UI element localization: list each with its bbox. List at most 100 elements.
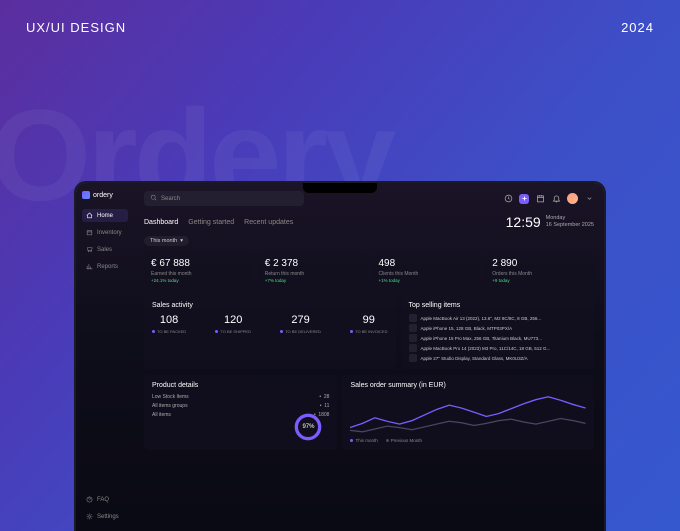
app-screen: ordery Home Inventory Sales Reports xyxy=(76,183,604,531)
list-item[interactable]: Apple MacBook Pro 14 (2023) M3 Pro, 11C/… xyxy=(409,344,586,352)
tab-recent-updates[interactable]: Recent updates xyxy=(244,219,293,226)
legend-item: Previous Month xyxy=(386,438,422,443)
stat-card: € 67 888Earned this month+24.1% today xyxy=(144,252,253,289)
sidebar-item-sales[interactable]: Sales xyxy=(82,243,128,256)
activity-item: 99 TO BE INVOICED xyxy=(350,314,387,334)
detail-value: • 28 xyxy=(319,394,329,400)
list-item[interactable]: Apple iPhone 15, 128 GB, Black, MTP03PX/… xyxy=(409,324,586,332)
panel-title: Sales activity xyxy=(152,302,388,309)
history-icon[interactable] xyxy=(503,194,513,204)
donut-chart: 97% xyxy=(293,412,323,442)
filter-label: This month xyxy=(150,238,177,244)
list-item[interactable]: Apple 27" Studio Display, Standard Glass… xyxy=(409,354,586,362)
laptop-frame: ordery Home Inventory Sales Reports xyxy=(74,181,606,531)
app-name: ordery xyxy=(93,192,113,199)
sidebar-item-label: Reports xyxy=(97,264,118,270)
clock-day: Monday xyxy=(546,215,594,222)
activity-label: TO BE PACKED xyxy=(152,329,186,334)
sidebar-item-label: Inventory xyxy=(97,230,122,236)
clock-time: 12:59 xyxy=(506,214,541,230)
add-button[interactable] xyxy=(519,194,529,204)
stat-label: Clients this Month xyxy=(379,271,474,277)
product-icon xyxy=(409,334,417,342)
detail-row: All items groups• 11 xyxy=(152,403,329,409)
stat-sub: +24.1% today xyxy=(151,278,246,283)
sidebar-item-reports[interactable]: Reports xyxy=(82,260,128,273)
activity-label: TO BE SHIPPED xyxy=(215,329,251,334)
stat-card: 2 890Orders this Month+9 today xyxy=(485,252,594,289)
detail-label: All items xyxy=(152,412,171,418)
tab-getting-started[interactable]: Getting started xyxy=(188,219,234,226)
stat-sub: +7% today xyxy=(265,278,360,283)
detail-label: Low Stock Items xyxy=(152,394,189,400)
chart-icon xyxy=(86,263,93,270)
sidebar-item-label: Settings xyxy=(97,514,119,520)
clock: 12:59 Monday 16 September 2025 xyxy=(506,214,594,230)
activity-item: 279 TO BE DELIVERED xyxy=(280,314,321,334)
legend-item: This month xyxy=(350,438,377,443)
stat-label: Orders this Month xyxy=(492,271,587,277)
activity-value: 120 xyxy=(215,314,251,326)
main-content: Search Dashboard Getting started Recent … xyxy=(134,183,604,531)
detail-row: Low Stock Items • 28 xyxy=(152,394,329,400)
box-icon xyxy=(86,229,93,236)
item-text: Apple MacBook Pro 14 (2023) M3 Pro, 11C/… xyxy=(421,346,551,351)
stat-value: 498 xyxy=(379,258,474,269)
product-details-panel: Product details 97% Low Stock Items • 28 A… xyxy=(144,375,337,450)
sidebar-item-inventory[interactable]: Inventory xyxy=(82,226,128,239)
product-icon xyxy=(409,324,417,332)
stat-value: 2 890 xyxy=(492,258,587,269)
activity-value: 99 xyxy=(350,314,387,326)
sidebar-item-label: FAQ xyxy=(97,497,109,503)
page-header: UX/UI DESIGN 2024 xyxy=(0,0,680,55)
activity-label: TO BE DELIVERED xyxy=(280,329,321,334)
chevron-down-icon[interactable] xyxy=(584,194,594,204)
stat-value: € 2 378 xyxy=(265,258,360,269)
sidebar-item-home[interactable]: Home xyxy=(82,209,128,222)
search-placeholder: Search xyxy=(161,196,180,202)
sidebar: ordery Home Inventory Sales Reports xyxy=(76,183,134,531)
laptop-notch xyxy=(303,183,377,193)
sidebar-item-faq[interactable]: FAQ xyxy=(82,493,128,506)
home-icon xyxy=(86,212,93,219)
panel-title: Sales order summary (in EUR) xyxy=(350,382,586,389)
sales-activity-panel: Sales activity 108 TO BE PACKED 120 TO BE S… xyxy=(144,295,396,369)
header-year: 2024 xyxy=(621,20,654,35)
product-icon xyxy=(409,314,417,322)
product-icon xyxy=(409,344,417,352)
tab-dashboard[interactable]: Dashboard xyxy=(144,219,178,226)
stats-grid: € 67 888Earned this month+24.1% today € 2… xyxy=(144,252,594,289)
stat-value: € 67 888 xyxy=(151,258,246,269)
bell-icon[interactable] xyxy=(551,194,561,204)
donut-value: 97% xyxy=(302,424,314,430)
activity-value: 108 xyxy=(152,314,186,326)
item-text: Apple iPhone 15, 128 GB, Black, MTP03PX/… xyxy=(421,326,513,331)
clock-date: 16 September 2025 xyxy=(546,222,594,229)
sidebar-item-label: Sales xyxy=(97,247,112,253)
list-item[interactable]: Apple iPhone 15 Pro Max, 256 GB, Titaniu… xyxy=(409,334,586,342)
topbar: Search xyxy=(144,191,594,206)
stat-sub: +1% today xyxy=(379,278,474,283)
item-text: Apple MacBook Air 13 (2022), 13.6", M2 8… xyxy=(421,316,542,321)
activity-value: 279 xyxy=(280,314,321,326)
activity-item: 108 TO BE PACKED xyxy=(152,314,186,334)
search-input[interactable]: Search xyxy=(144,191,304,206)
help-icon xyxy=(86,496,93,503)
header-title: UX/UI DESIGN xyxy=(26,20,126,35)
item-text: Apple 27" Studio Display, Standard Glass… xyxy=(421,356,528,361)
panel-title: Product details xyxy=(152,382,329,389)
panel-title: Top selling items xyxy=(409,302,586,309)
item-text: Apple iPhone 15 Pro Max, 256 GB, Titaniu… xyxy=(421,336,542,341)
date-filter[interactable]: This month ▾ xyxy=(144,236,189,246)
avatar[interactable] xyxy=(567,193,578,204)
cart-icon xyxy=(86,246,93,253)
calendar-icon[interactable] xyxy=(535,194,545,204)
list-item[interactable]: Apple MacBook Air 13 (2022), 13.6", M2 8… xyxy=(409,314,586,322)
tabs: Dashboard Getting started Recent updates xyxy=(144,219,293,226)
sidebar-item-settings[interactable]: Settings xyxy=(82,510,128,523)
detail-value: • 11 xyxy=(320,403,330,409)
activity-label: TO BE INVOICED xyxy=(350,329,387,334)
top-items-panel: Top selling items Apple MacBook Air 13 (… xyxy=(401,295,594,369)
chevron-down-icon: ▾ xyxy=(180,238,183,244)
app-logo[interactable]: ordery xyxy=(82,191,128,199)
